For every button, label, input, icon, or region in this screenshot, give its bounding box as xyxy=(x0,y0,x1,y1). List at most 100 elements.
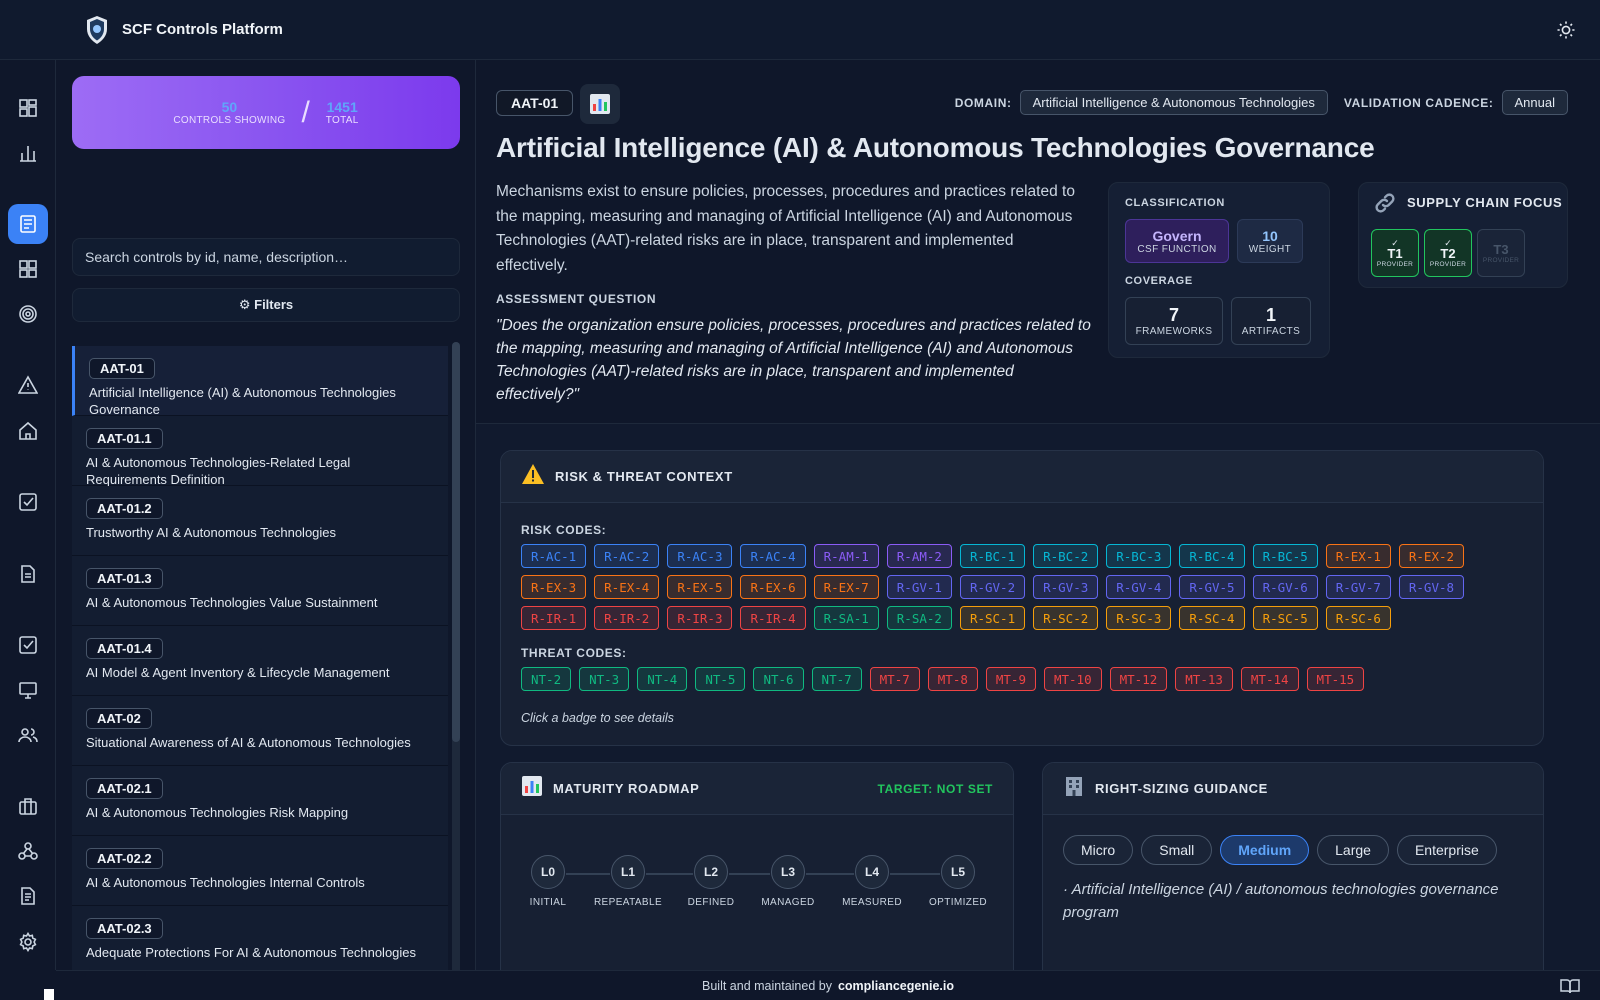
threat-code-badge[interactable]: NT-4 xyxy=(637,667,688,691)
threat-code-badge[interactable]: NT-6 xyxy=(753,667,804,691)
threat-code-badge[interactable]: NT-7 xyxy=(811,667,862,691)
book-icon[interactable] xyxy=(1560,978,1580,994)
risk-code-badge[interactable]: R-AM-2 xyxy=(886,544,952,568)
risk-code-badge[interactable]: R-SC-1 xyxy=(959,606,1026,630)
threat-code-badge[interactable]: NT-3 xyxy=(579,667,630,691)
checkbox-icon[interactable] xyxy=(8,482,48,522)
threat-code-badge[interactable]: NT-5 xyxy=(695,667,746,691)
controls-list-icon[interactable] xyxy=(8,204,48,244)
risk-code-badge[interactable]: R-AC-1 xyxy=(521,544,587,568)
risk-code-badge[interactable]: R-BC-4 xyxy=(1179,544,1245,568)
filters-button[interactable]: ⚙ Filters xyxy=(72,288,460,322)
risk-code-badge[interactable]: R-GV-6 xyxy=(1252,575,1318,599)
risk-code-badge[interactable]: R-GV-3 xyxy=(1033,575,1099,599)
list-scrollbar-thumb[interactable] xyxy=(452,342,460,742)
monitor-icon[interactable] xyxy=(8,670,48,710)
threat-code-badge[interactable]: MT-14 xyxy=(1240,667,1299,691)
risk-code-badge[interactable]: R-SC-2 xyxy=(1033,606,1099,630)
maturity-level-button[interactable]: L4 xyxy=(855,855,889,889)
briefcase-icon[interactable] xyxy=(8,786,48,826)
maturity-level-button[interactable]: L1 xyxy=(611,855,645,889)
threat-code-badge[interactable]: MT-7 xyxy=(869,667,920,691)
risk-code-badge[interactable]: R-SC-6 xyxy=(1325,606,1391,630)
org-size-option[interactable]: Enterprise xyxy=(1396,835,1497,865)
webhook-icon[interactable] xyxy=(8,831,48,871)
threat-code-badge[interactable]: MT-10 xyxy=(1043,667,1102,691)
risk-code-badge[interactable]: R-SC-5 xyxy=(1252,606,1318,630)
org-size-option[interactable]: Medium xyxy=(1220,835,1310,865)
sun-icon[interactable] xyxy=(1554,18,1578,42)
risk-code-badge[interactable]: R-GV-5 xyxy=(1179,575,1245,599)
control-list-item[interactable]: AAT-01.2 Trustworthy AI & Autonomous Tech… xyxy=(72,486,448,556)
threat-code-badge[interactable]: MT-13 xyxy=(1175,667,1233,691)
supply-chain-tier[interactable]: ✓ T1 PROVIDER xyxy=(1371,229,1419,277)
control-list-item[interactable]: AAT-01 Artificial Intelligence (AI) & Aut… xyxy=(72,346,448,417)
control-list-item[interactable]: AAT-02.1 AI & Autonomous Technologies Ris… xyxy=(72,766,448,836)
file-text-icon[interactable] xyxy=(8,876,48,916)
control-list-item[interactable]: AAT-02 Situational Awareness of AI & Auto… xyxy=(72,696,448,766)
control-list-item[interactable]: AAT-02.2 AI & Autonomous Technologies Int… xyxy=(72,836,448,906)
threat-code-badge[interactable]: MT-15 xyxy=(1306,667,1365,691)
task-check-icon[interactable] xyxy=(8,625,48,665)
frameworks-box[interactable]: 7 FRAMEWORKS xyxy=(1125,297,1223,345)
risk-code-badge[interactable]: R-AC-2 xyxy=(594,544,660,568)
risk-code-badge[interactable]: R-SA-1 xyxy=(813,606,879,630)
maturity-level-button[interactable]: L0 xyxy=(531,855,565,889)
risk-code-badge[interactable]: R-EX-6 xyxy=(740,575,806,599)
risk-code-badge[interactable]: R-GV-4 xyxy=(1106,575,1172,599)
org-size-option[interactable]: Large xyxy=(1317,835,1389,865)
users-icon[interactable] xyxy=(8,715,48,755)
risk-code-badge[interactable]: R-IR-4 xyxy=(740,606,806,630)
risk-code-badge[interactable]: R-EX-7 xyxy=(813,575,879,599)
risk-code-badge[interactable]: R-EX-4 xyxy=(594,575,660,599)
supply-chain-tier[interactable]: T3 PROVIDER xyxy=(1477,229,1525,277)
grid-icon[interactable] xyxy=(8,249,48,289)
risk-code-badge[interactable]: R-EX-3 xyxy=(521,575,587,599)
search-input[interactable] xyxy=(72,238,460,276)
bar-chart-icon[interactable] xyxy=(8,133,48,173)
risk-code-badge[interactable]: R-AC-4 xyxy=(740,544,806,568)
control-list-item[interactable]: AAT-02.3 Adequate Protections For AI & Au… xyxy=(72,906,448,976)
maturity-level-button[interactable]: L2 xyxy=(694,855,728,889)
footer-brand-link[interactable]: compliancegenie.io xyxy=(838,979,954,993)
dashboard-icon[interactable] xyxy=(8,88,48,128)
maturity-level-button[interactable]: L3 xyxy=(771,855,805,889)
risk-code-badge[interactable]: R-IR-2 xyxy=(594,606,660,630)
risk-code-badge[interactable]: R-GV-2 xyxy=(959,575,1026,599)
control-list-item[interactable]: AAT-01.4 AI Model & Agent Inventory & Lif… xyxy=(72,626,448,696)
chart-button[interactable] xyxy=(580,84,620,124)
risk-code-badge[interactable]: R-IR-3 xyxy=(667,606,733,630)
org-size-option[interactable]: Small xyxy=(1141,835,1213,865)
supply-chain-tier[interactable]: ✓ T2 PROVIDER xyxy=(1424,229,1472,277)
risk-code-badge[interactable]: R-SA-2 xyxy=(886,606,952,630)
risk-code-badge[interactable]: R-EX-1 xyxy=(1325,544,1391,568)
maturity-level-button[interactable]: L5 xyxy=(941,855,975,889)
document-icon[interactable] xyxy=(8,554,48,594)
risk-code-badge[interactable]: R-IR-1 xyxy=(521,606,587,630)
risk-code-badge[interactable]: R-AC-3 xyxy=(667,544,733,568)
target-icon[interactable] xyxy=(8,294,48,334)
list-scrollbar[interactable] xyxy=(452,342,460,1000)
risk-code-badge[interactable]: R-AM-1 xyxy=(813,544,879,568)
alert-triangle-icon[interactable] xyxy=(8,365,48,405)
threat-code-badge[interactable]: MT-12 xyxy=(1109,667,1168,691)
risk-code-badge[interactable]: R-GV-7 xyxy=(1325,575,1391,599)
risk-code-badge[interactable]: R-BC-1 xyxy=(959,544,1026,568)
risk-code-badge[interactable]: R-BC-3 xyxy=(1106,544,1172,568)
threat-code-badge[interactable]: NT-2 xyxy=(521,667,572,691)
risk-code-badge[interactable]: R-GV-8 xyxy=(1398,575,1465,599)
risk-code-badge[interactable]: R-GV-1 xyxy=(886,575,952,599)
org-size-option[interactable]: Micro xyxy=(1063,835,1134,865)
risk-code-badge[interactable]: R-SC-4 xyxy=(1179,606,1245,630)
threat-code-badge[interactable]: MT-9 xyxy=(985,667,1036,691)
control-list-item[interactable]: AAT-01.3 AI & Autonomous Technologies Val… xyxy=(72,556,448,626)
threat-code-badge[interactable]: MT-8 xyxy=(927,667,978,691)
risk-code-badge[interactable]: R-EX-2 xyxy=(1398,544,1465,568)
risk-code-badge[interactable]: R-EX-5 xyxy=(667,575,733,599)
risk-code-badge[interactable]: R-BC-5 xyxy=(1252,544,1318,568)
home-icon[interactable] xyxy=(8,411,48,451)
gear-icon[interactable] xyxy=(8,922,48,962)
risk-code-badge[interactable]: R-BC-2 xyxy=(1033,544,1099,568)
artifacts-box[interactable]: 1 ARTIFACTS xyxy=(1231,297,1311,345)
risk-code-badge[interactable]: R-SC-3 xyxy=(1106,606,1172,630)
